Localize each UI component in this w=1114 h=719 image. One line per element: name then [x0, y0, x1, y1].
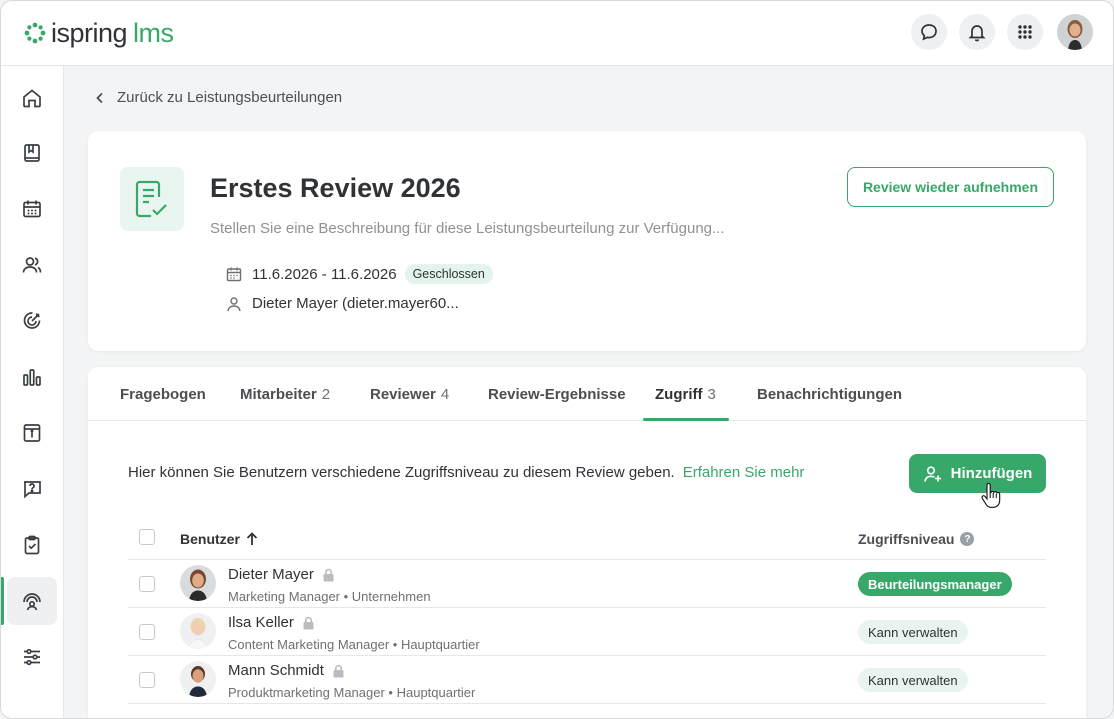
- tab-reviewer[interactable]: Reviewer 4: [370, 386, 449, 403]
- chevron-left-icon: [96, 92, 103, 103]
- user-name: Mann Schmidt: [228, 662, 345, 679]
- tab-mitarbeiter[interactable]: Mitarbeiter 2: [240, 386, 330, 403]
- sidebar-active-indicator: [1, 577, 4, 625]
- home-icon: [23, 89, 41, 108]
- tab-zugriff[interactable]: Zugriff 3: [655, 386, 716, 403]
- lock-icon: [333, 664, 344, 677]
- table-header: Benutzer Zugriffsniveau ?: [128, 521, 1046, 560]
- sidebar-item-help[interactable]: [7, 465, 57, 513]
- sidebar-item-reports[interactable]: [7, 353, 57, 401]
- access-info: Hier können Sie Benutzern verschiedene Z…: [128, 464, 804, 481]
- review-header-card: Erstes Review 2026 Stellen Sie eine Besc…: [88, 131, 1086, 351]
- row-checkbox[interactable]: [139, 672, 155, 688]
- column-header-user[interactable]: Benutzer: [180, 531, 258, 547]
- review-owner-row: Dieter Mayer (dieter.mayer60...: [226, 295, 459, 312]
- tab-count: 3: [707, 386, 716, 403]
- book-icon: [24, 144, 40, 162]
- users-icon: [22, 257, 42, 273]
- avatar: [180, 661, 216, 697]
- sidebar-item-settings[interactable]: [7, 633, 57, 681]
- tab-bar: Fragebogen Mitarbeiter 2 Reviewer 4 Review…: [88, 367, 1086, 421]
- ispring-logo[interactable]: ispring lms: [23, 18, 174, 48]
- lock-icon: [303, 616, 314, 629]
- person-icon: [227, 296, 241, 311]
- sidebar-item-goals[interactable]: [7, 297, 57, 345]
- back-link[interactable]: Zurück zu Leistungsbeurteilungen: [93, 89, 342, 106]
- tab-benachrichtigungen[interactable]: Benachrichtigungen: [757, 386, 902, 403]
- chart-icon: [23, 369, 41, 386]
- avatar: [180, 613, 216, 649]
- avatar: [180, 565, 216, 601]
- notifications-button[interactable]: [959, 14, 995, 50]
- table-row[interactable]: Mann Schmidt Produktmarketing Manager • …: [128, 656, 1046, 704]
- user-details: Produktmarketing Manager • Hauptquartier: [228, 685, 476, 700]
- performance-review-icon: [23, 593, 41, 611]
- tab-count: 2: [321, 386, 331, 403]
- question-chat-icon: [24, 481, 41, 499]
- clipboard-check-icon: [24, 535, 40, 555]
- active-tab-indicator: [643, 418, 729, 421]
- sidebar: [1, 66, 64, 718]
- review-document-icon: [120, 167, 184, 231]
- sidebar-item-users[interactable]: [7, 241, 57, 289]
- logo-text: ispring lms: [51, 17, 174, 48]
- bell-icon: [968, 25, 986, 42]
- chat-icon: [921, 24, 937, 41]
- add-button-label: Hinzufügen: [950, 465, 1033, 482]
- review-title: Erstes Review 2026: [210, 173, 461, 203]
- chat-button[interactable]: [911, 14, 947, 50]
- sidebar-item-learning[interactable]: [7, 129, 57, 177]
- help-icon[interactable]: ?: [960, 532, 975, 546]
- ispring-flower-icon: [24, 22, 46, 44]
- target-icon: [23, 312, 41, 329]
- hand-cursor-icon: [981, 483, 1001, 508]
- access-level-badge[interactable]: Kann verwalten: [858, 620, 968, 644]
- user-details: Marketing Manager • Unternehmen: [228, 589, 431, 604]
- table-row[interactable]: Dieter Mayer Marketing Manager • Unterne…: [128, 560, 1046, 608]
- user-name: Ilsa Keller: [228, 614, 315, 631]
- user-name: Dieter Mayer: [228, 566, 335, 583]
- sidebar-item-info[interactable]: [7, 409, 57, 457]
- add-user-icon: [923, 465, 941, 482]
- back-link-label: Zurück zu Leistungsbeurteilungen: [117, 89, 343, 106]
- calendar-icon: [23, 200, 41, 218]
- apps-grid-icon: [1018, 25, 1032, 39]
- table-row[interactable]: Ilsa Keller Content Marketing Manager • …: [128, 608, 1046, 656]
- sidebar-item-performance-review[interactable]: [7, 577, 57, 625]
- access-level-badge[interactable]: Kann verwalten: [858, 668, 968, 692]
- app-window: ispring lms Zurück zu Leistungsbeurteilu…: [0, 0, 1114, 719]
- apps-button[interactable]: [1007, 14, 1043, 50]
- lock-icon: [323, 568, 334, 581]
- access-info-text: Hier können Sie Benutzern verschiedene Z…: [128, 464, 675, 481]
- user-avatar-image: [1057, 14, 1093, 50]
- row-checkbox[interactable]: [139, 576, 155, 592]
- learn-more-link[interactable]: Erfahren Sie mehr: [683, 464, 805, 481]
- access-table: Benutzer Zugriffsniveau ? Dieter Mayer M…: [128, 521, 1046, 704]
- status-badge: Geschlossen: [404, 264, 493, 284]
- sliders-icon: [24, 648, 40, 666]
- user-avatar[interactable]: [1057, 14, 1093, 50]
- column-header-access-level: Zugriffsniveau ?: [858, 531, 975, 547]
- tab-fragebogen[interactable]: Fragebogen: [120, 386, 206, 403]
- resume-review-button[interactable]: Review wieder aufnehmen: [846, 167, 1054, 207]
- access-level-badge[interactable]: Beurteilungsmanager: [858, 572, 1012, 596]
- user-details: Content Marketing Manager • Hauptquartie…: [228, 637, 480, 652]
- review-date-row: 11.6.2026 - 11.6.2026 Geschlossen: [226, 264, 493, 284]
- row-checkbox[interactable]: [139, 624, 155, 640]
- top-bar: ispring lms: [1, 1, 1113, 66]
- sort-ascending-icon: [246, 532, 258, 545]
- calendar-icon: [226, 267, 242, 282]
- add-access-button[interactable]: Hinzufügen: [909, 454, 1046, 493]
- review-date-range: 11.6.2026 - 11.6.2026: [252, 265, 397, 283]
- tab-review-ergebnisse[interactable]: Review-Ergebnisse: [488, 386, 626, 403]
- sidebar-item-tasks[interactable]: [7, 521, 57, 569]
- sidebar-item-calendar[interactable]: [7, 185, 57, 233]
- review-details-card: Fragebogen Mitarbeiter 2 Reviewer 4 Review…: [88, 367, 1086, 718]
- info-box-icon: [23, 424, 41, 442]
- tab-count: 4: [440, 386, 450, 403]
- review-owner: Dieter Mayer (dieter.mayer60...: [252, 295, 459, 312]
- select-all-checkbox[interactable]: [139, 529, 155, 545]
- sidebar-item-home[interactable]: [7, 74, 57, 122]
- review-description[interactable]: Stellen Sie eine Beschreibung für diese …: [210, 220, 725, 237]
